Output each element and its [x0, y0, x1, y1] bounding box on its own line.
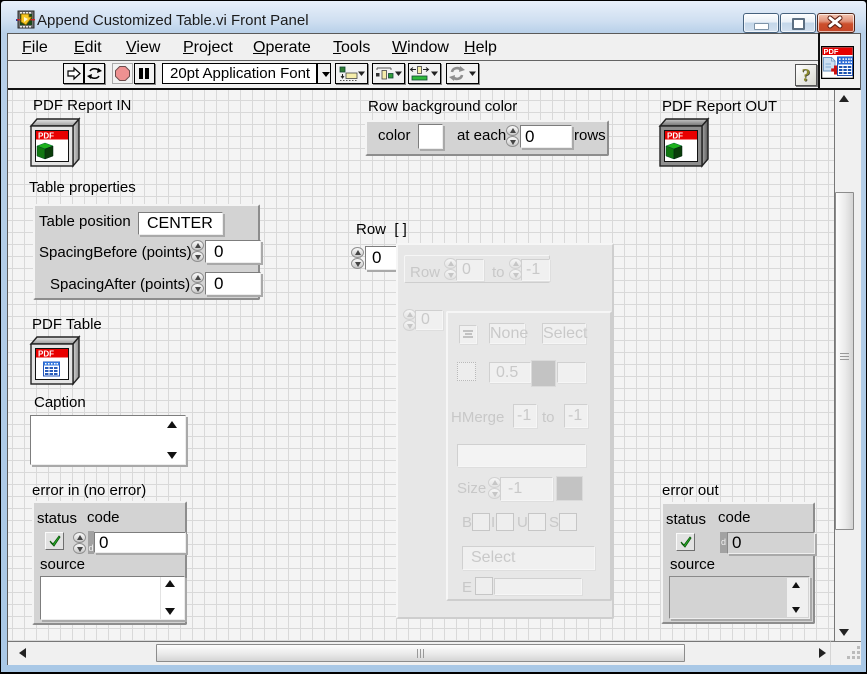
svg-text:PDF: PDF: [38, 350, 54, 359]
svg-text:PDF: PDF: [38, 132, 54, 141]
svg-text:PDF: PDF: [824, 47, 839, 56]
svg-text:PDF: PDF: [667, 132, 683, 141]
